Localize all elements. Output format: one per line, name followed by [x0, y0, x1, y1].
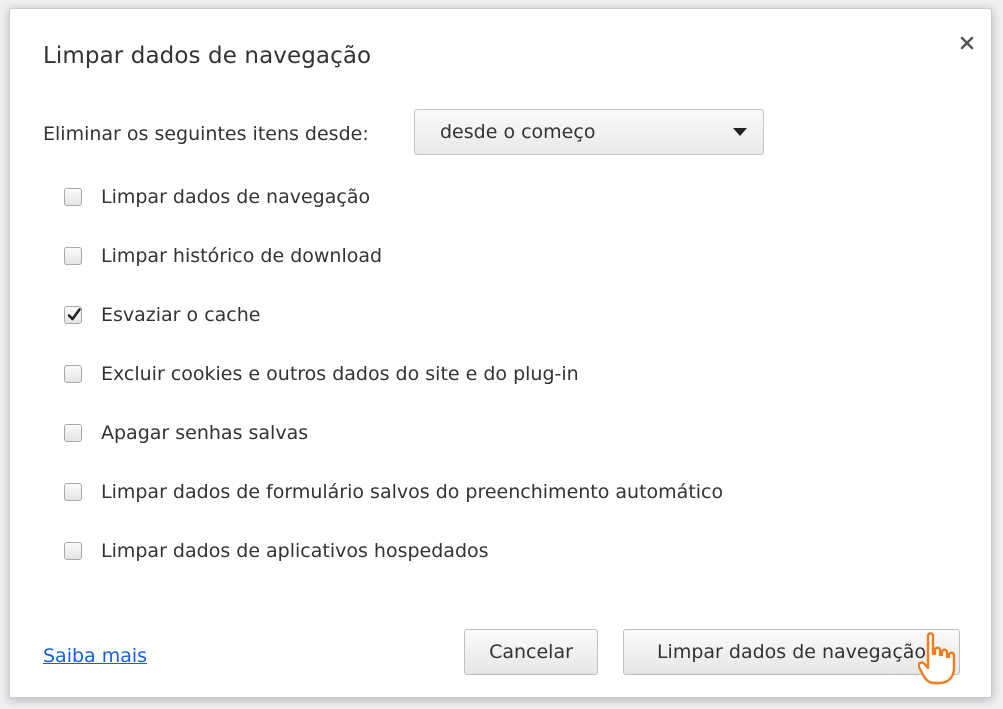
checkbox[interactable]	[64, 365, 82, 383]
close-icon[interactable]	[955, 31, 979, 55]
time-range-selected-value: desde o começo	[440, 121, 596, 143]
cancel-button[interactable]: Cancelar	[464, 629, 598, 675]
option-download-history[interactable]: Limpar histórico de download	[64, 244, 382, 268]
time-range-label: Eliminar os seguintes itens desde:	[43, 123, 369, 145]
option-browsing-history[interactable]: Limpar dados de navegação	[64, 185, 370, 209]
checkbox[interactable]	[64, 188, 82, 206]
checkbox[interactable]	[64, 424, 82, 442]
checkmark-icon	[67, 308, 81, 321]
option-label: Esvaziar o cache	[101, 304, 261, 326]
option-label: Apagar senhas salvas	[101, 422, 309, 444]
option-label: Limpar dados de navegação	[101, 186, 371, 208]
option-cookies[interactable]: Excluir cookies e outros dados do site e…	[64, 362, 579, 386]
chevron-down-icon	[733, 128, 747, 136]
option-label: Limpar dados de formulário salvos do pre…	[101, 481, 724, 503]
option-autofill[interactable]: Limpar dados de formulário salvos do pre…	[64, 480, 723, 504]
checkbox[interactable]	[64, 247, 82, 265]
option-passwords[interactable]: Apagar senhas salvas	[64, 421, 308, 445]
option-label: Excluir cookies e outros dados do site e…	[101, 363, 579, 385]
clear-browsing-data-button[interactable]: Limpar dados de navegação	[623, 629, 960, 675]
dialog-title: Limpar dados de navegação	[43, 43, 372, 69]
clear-browsing-data-dialog: Limpar dados de navegação Eliminar os se…	[9, 8, 992, 698]
checkbox-checked[interactable]	[64, 306, 82, 324]
option-hosted-apps[interactable]: Limpar dados de aplicativos hospedados	[64, 539, 489, 563]
checkbox[interactable]	[64, 542, 82, 560]
option-label: Limpar dados de aplicativos hospedados	[101, 540, 489, 562]
option-label: Limpar histórico de download	[101, 245, 383, 267]
option-empty-cache[interactable]: Esvaziar o cache	[64, 303, 260, 327]
hand-pointer-cursor-icon	[918, 632, 956, 685]
learn-more-link[interactable]: Saiba mais	[43, 645, 147, 667]
time-range-select[interactable]: desde o começo	[414, 109, 764, 155]
checkbox[interactable]	[64, 483, 82, 501]
